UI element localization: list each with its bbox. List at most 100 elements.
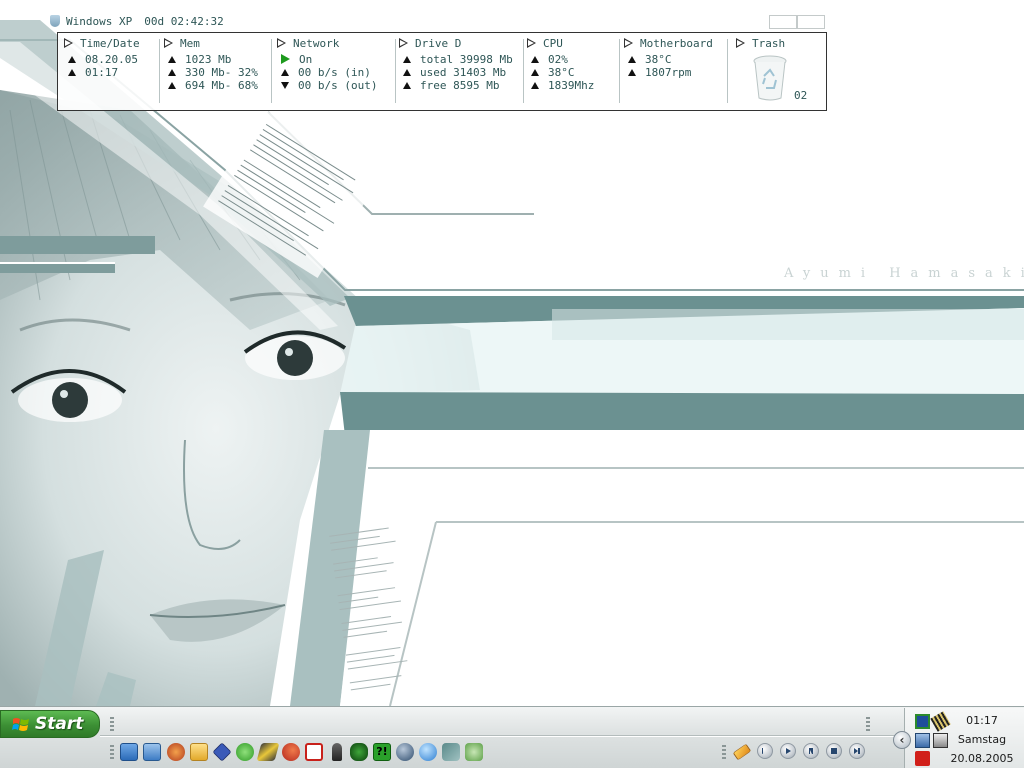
globe-icon[interactable] bbox=[396, 743, 414, 761]
section-header[interactable]: Mem bbox=[164, 37, 200, 50]
ati-icon[interactable] bbox=[915, 751, 930, 766]
info-icon[interactable] bbox=[236, 743, 254, 761]
arrow-down-icon bbox=[281, 82, 289, 89]
triangle-icon bbox=[64, 38, 73, 48]
drop-icon bbox=[50, 15, 60, 27]
media-player-icon[interactable] bbox=[167, 743, 185, 761]
arrow-up-icon bbox=[531, 69, 539, 76]
section-header[interactable]: Trash bbox=[736, 37, 785, 50]
motherboard-section: Motherboard 38°C 1807rpm bbox=[620, 33, 728, 110]
date-row: 08.20.05 bbox=[68, 53, 138, 66]
fan-speed-row: 1807rpm bbox=[628, 66, 691, 79]
system-monitor-panel: Time/Date 08.20.05 01:17 Mem 1023 Mb 330… bbox=[57, 32, 827, 111]
wallpaper-caption: Ayumi Hamasaki bbox=[784, 266, 1024, 281]
start-button[interactable]: Start bbox=[0, 710, 100, 738]
previous-button[interactable] bbox=[757, 743, 773, 759]
arrow-up-icon bbox=[531, 82, 539, 89]
pause-button[interactable] bbox=[803, 743, 819, 759]
mem-free-row: 694 Mb- 68% bbox=[168, 79, 258, 92]
section-header[interactable]: Drive D bbox=[399, 37, 461, 50]
arrow-up-icon bbox=[403, 82, 411, 89]
network-in-row: 00 b/s (in) bbox=[281, 66, 371, 79]
arrow-up-icon bbox=[628, 56, 636, 63]
drive-total-row: total 39998 Mb bbox=[403, 53, 513, 66]
taskbar-divider bbox=[100, 735, 904, 737]
quick-launch-grip[interactable] bbox=[110, 745, 114, 761]
pause-icon bbox=[809, 748, 813, 754]
puzzle-icon[interactable] bbox=[442, 743, 460, 761]
media-toolbar-grip[interactable] bbox=[722, 745, 726, 761]
triangle-icon bbox=[624, 38, 633, 48]
acrobat-icon[interactable] bbox=[305, 743, 323, 761]
divider bbox=[727, 39, 728, 103]
windows-flag-icon bbox=[12, 718, 29, 731]
arrow-up-icon bbox=[168, 82, 176, 89]
uptime: 00d 02:42:32 bbox=[144, 15, 224, 28]
pencil-icon[interactable] bbox=[732, 743, 752, 761]
play-icon bbox=[786, 748, 791, 754]
widget-minimize-button[interactable] bbox=[769, 15, 797, 29]
widget-close-button[interactable] bbox=[797, 15, 825, 29]
arrow-up-icon bbox=[531, 56, 539, 63]
sound-card-icon[interactable] bbox=[933, 733, 948, 748]
network-monitor-icon[interactable] bbox=[915, 714, 930, 729]
trash-count: 02 bbox=[794, 89, 808, 102]
folder-icon[interactable] bbox=[190, 743, 208, 761]
mem-total-row: 1023 Mb bbox=[168, 53, 231, 66]
ie-window-icon[interactable] bbox=[120, 743, 138, 761]
time-date-section: Time/Date 08.20.05 01:17 bbox=[60, 33, 158, 110]
toolbar-grip[interactable] bbox=[866, 717, 870, 731]
stop-button[interactable] bbox=[826, 743, 842, 759]
drive-section: Drive D total 39998 Mb used 31403 Mb fre… bbox=[395, 33, 523, 110]
divider bbox=[271, 39, 272, 103]
network-section: Network On 00 b/s (in) 00 b/s (out) bbox=[273, 33, 395, 110]
triangle-icon bbox=[527, 38, 536, 48]
section-header[interactable]: CPU bbox=[527, 37, 563, 50]
time-row: 01:17 bbox=[68, 66, 118, 79]
help-icon[interactable]: ?! bbox=[373, 743, 391, 761]
section-header[interactable]: Time/Date bbox=[64, 37, 140, 50]
clover-icon[interactable] bbox=[350, 743, 368, 761]
diamond-icon[interactable] bbox=[212, 742, 232, 762]
system-tray: ‹ 01:17 Samstag 20.08.2005 bbox=[893, 708, 1024, 768]
next-button[interactable] bbox=[849, 743, 865, 759]
firefox-icon[interactable] bbox=[282, 743, 300, 761]
arrow-up-icon bbox=[68, 56, 76, 63]
arrow-up-icon bbox=[403, 56, 411, 63]
previous-icon bbox=[762, 748, 769, 754]
taskbar: Start ?! ‹ 01:17 Samstag 20.08.2005 bbox=[0, 706, 1024, 768]
triangle-icon bbox=[164, 38, 173, 48]
arrow-up-icon bbox=[403, 69, 411, 76]
play-button[interactable] bbox=[780, 743, 796, 759]
start-label: Start bbox=[35, 714, 84, 734]
tray-date: 20.08.2005 bbox=[950, 752, 1014, 765]
mb-temp-row: 38°C bbox=[628, 53, 672, 66]
recycle-bin-icon[interactable] bbox=[752, 54, 788, 102]
show-hidden-icons-button[interactable]: ‹ bbox=[893, 731, 911, 749]
triangle-icon bbox=[277, 38, 286, 48]
network-computer-icon[interactable] bbox=[915, 733, 930, 748]
tray-clock[interactable]: 01:17 bbox=[947, 714, 1017, 727]
drive-used-row: used 31403 Mb bbox=[403, 66, 506, 79]
internet-explorer-icon[interactable] bbox=[419, 743, 437, 761]
section-header[interactable]: Motherboard bbox=[624, 37, 713, 50]
figure-icon[interactable] bbox=[332, 743, 342, 761]
cpu-clock-row: 1839Mhz bbox=[531, 79, 594, 92]
widget-title-bar[interactable]: Windows XP 00d 02:42:32 bbox=[50, 15, 224, 28]
arrow-up-icon bbox=[168, 69, 176, 76]
next-icon bbox=[854, 748, 860, 754]
cpu-section: CPU 02% 38°C 1839Mhz bbox=[523, 33, 619, 110]
section-header[interactable]: Network bbox=[277, 37, 339, 50]
toolbar-grip[interactable] bbox=[110, 717, 114, 731]
outlook-icon[interactable] bbox=[143, 743, 161, 761]
network-status-row: On bbox=[281, 53, 312, 66]
cpu-temp-row: 38°C bbox=[531, 66, 575, 79]
mem-used-row: 330 Mb- 32% bbox=[168, 66, 258, 79]
triangle-icon bbox=[399, 38, 408, 48]
music-icon[interactable] bbox=[465, 743, 483, 761]
stop-icon bbox=[831, 748, 837, 754]
triangle-icon bbox=[736, 38, 745, 48]
drive-free-row: free 8595 Mb bbox=[403, 79, 499, 92]
book-icon[interactable] bbox=[256, 743, 280, 761]
cpu-usage-row: 02% bbox=[531, 53, 568, 66]
